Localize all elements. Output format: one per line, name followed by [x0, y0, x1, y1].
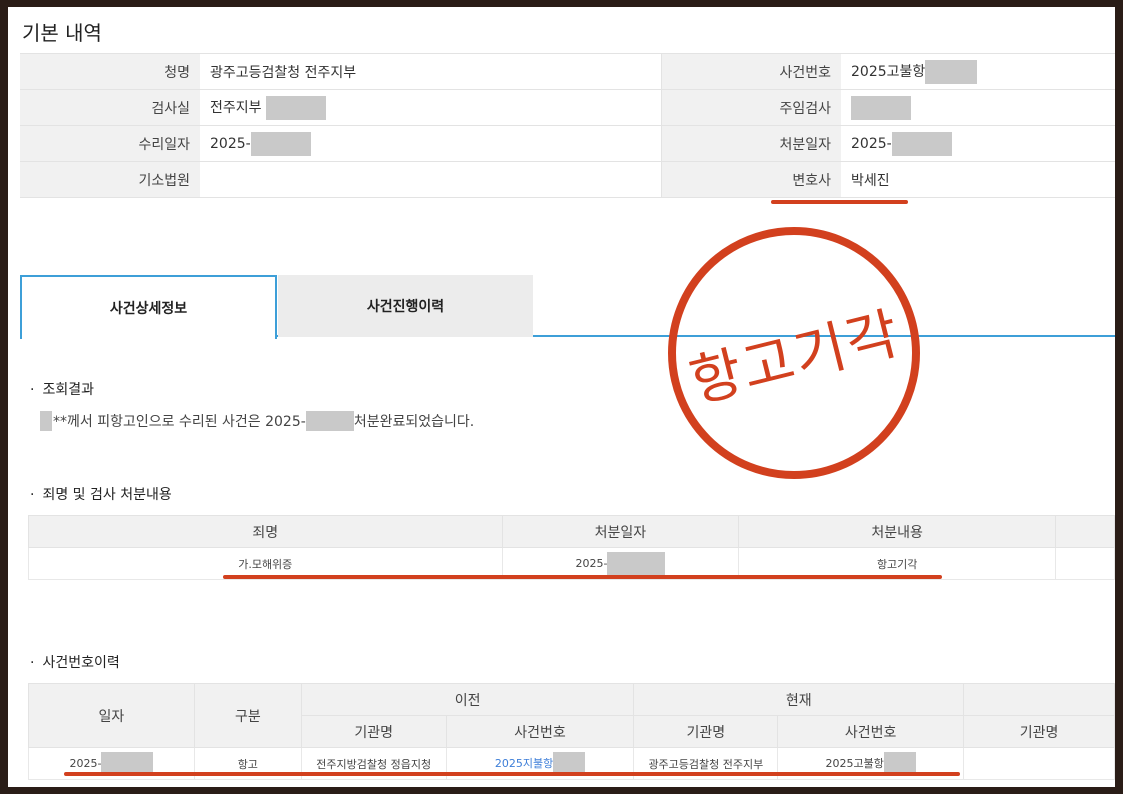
redaction	[40, 411, 52, 431]
header-blank	[963, 683, 1115, 716]
document-sheet: 기본 내역 청명 광주고등검찰청 전주지부 사건번호 2025고불항 검사실 전…	[8, 7, 1115, 787]
value-case-number: 2025고불항	[841, 53, 1115, 90]
history-underline	[64, 772, 960, 776]
cell-org	[963, 747, 1115, 780]
label-office: 청명	[20, 53, 200, 90]
disposition-underline	[223, 575, 942, 579]
value-prosecutor	[841, 89, 1115, 126]
result-sentence: **께서 피항고인으로 수리된 사건은 2025- 처분완료되었습니다.	[40, 411, 474, 431]
section-history-heading: 사건번호이력	[30, 652, 119, 672]
lawyer-underline	[771, 200, 908, 204]
disposition-table: 죄명 처분일자 처분내용 가.모해위증 2025- 항고기각	[28, 515, 1115, 580]
label-received-date: 수리일자	[20, 125, 200, 162]
header-prev-case: 사건번호	[445, 715, 635, 748]
redaction	[305, 411, 354, 431]
label-disposition-date: 처분일자	[661, 125, 841, 162]
value-room: 전주지부	[200, 89, 662, 126]
redaction	[891, 131, 952, 156]
value-disposition-date: 2025-	[841, 125, 1115, 162]
redaction	[265, 95, 326, 120]
header-prev-org: 기관명	[300, 715, 447, 748]
value-court	[200, 161, 662, 198]
prev-case-link[interactable]: 2025지불항	[495, 757, 553, 770]
value-lawyer: 박세진	[841, 161, 1115, 198]
table-header-row: 일자 구분 이전 현재	[28, 683, 1115, 748]
rejection-stamp: 항고기각	[668, 227, 920, 479]
info-row: 수리일자 2025- 처분일자 2025-	[20, 125, 1115, 162]
section-disposition-heading: 죄명 및 검사 처분내용	[30, 484, 171, 504]
value-office: 광주고등검찰청 전주지부	[200, 53, 662, 90]
header-org: 기관명	[963, 715, 1115, 748]
redaction	[925, 59, 978, 84]
header-date: 일자	[28, 683, 195, 748]
tab-bar: 사건진행이력 사건상세정보	[20, 275, 1115, 339]
header-curr-org: 기관명	[633, 715, 779, 748]
label-lawyer: 변호사	[661, 161, 841, 198]
header-empty	[1055, 515, 1115, 548]
info-row: 검사실 전주지부 주임검사	[20, 89, 1115, 126]
label-prosecutor: 주임검사	[661, 89, 841, 126]
info-row: 기소법원 변호사 박세진	[20, 161, 1115, 198]
redaction	[250, 131, 311, 156]
redaction	[851, 95, 911, 120]
tab-case-progress[interactable]: 사건진행이력	[278, 275, 533, 337]
label-case-number: 사건번호	[661, 53, 841, 90]
case-history-table: 일자 구분 이전 현재 기관명 사건번호 기관명 사건번호 기관명 2025- …	[28, 683, 1115, 780]
header-previous: 이전	[300, 683, 635, 716]
tab-case-detail[interactable]: 사건상세정보	[20, 275, 277, 339]
header-type: 구분	[193, 683, 302, 748]
info-row: 청명 광주고등검찰청 전주지부 사건번호 2025고불항	[20, 53, 1115, 90]
redaction	[607, 551, 666, 576]
value-received-date: 2025-	[200, 125, 662, 162]
label-court: 기소법원	[20, 161, 200, 198]
table-header-row: 죄명 처분일자 처분내용	[28, 515, 1115, 548]
cell-empty	[1055, 547, 1115, 580]
header-current: 현재	[633, 683, 965, 716]
header-curr-case: 사건번호	[777, 715, 965, 748]
header-disposition-date: 처분일자	[501, 515, 740, 548]
page-title: 기본 내역	[22, 21, 102, 45]
stamp-text: 항고기각	[683, 300, 907, 416]
header-disposition-content: 처분내용	[738, 515, 1057, 548]
basic-info-table: 청명 광주고등검찰청 전주지부 사건번호 2025고불항 검사실 전주지부 주임…	[20, 53, 1115, 198]
label-room: 검사실	[20, 89, 200, 126]
header-crime: 죄명	[28, 515, 503, 548]
section-result-heading: 조회결과	[30, 379, 94, 399]
